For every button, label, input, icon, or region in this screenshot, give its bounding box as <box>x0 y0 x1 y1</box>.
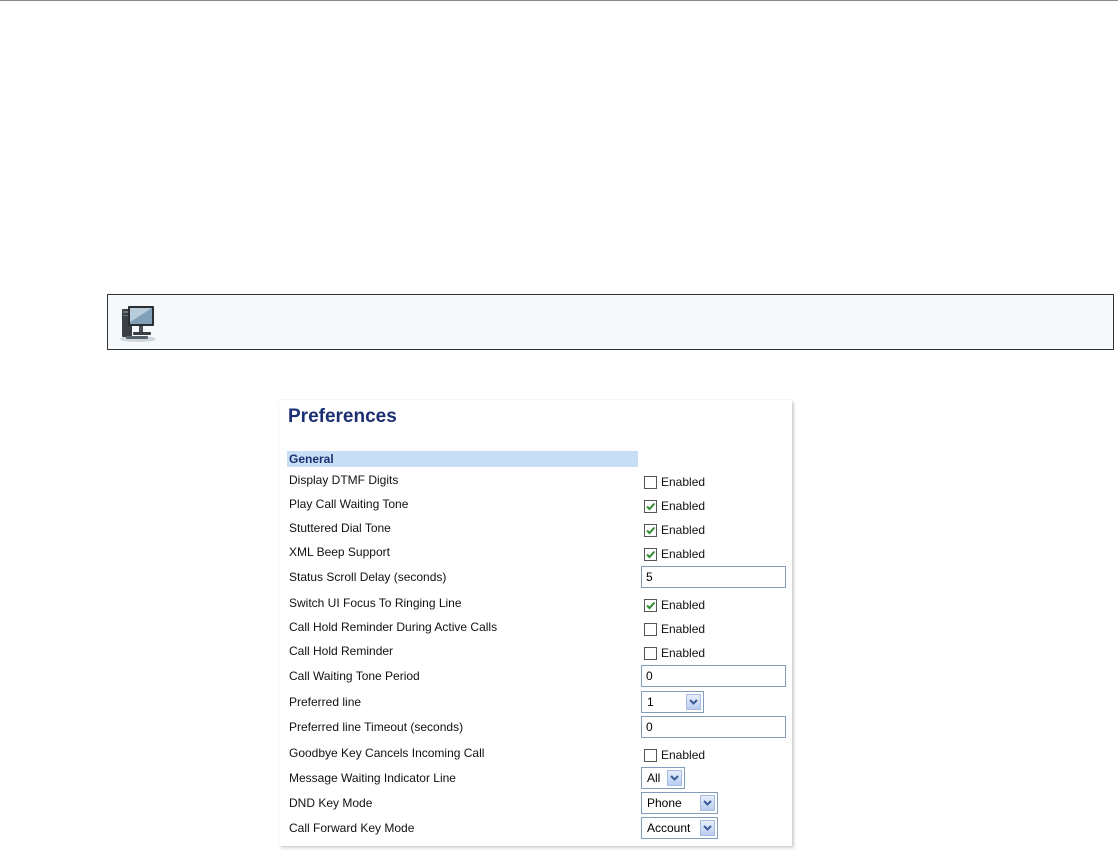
checkbox-label: Enabled <box>661 475 706 489</box>
switch-ui-focus-label: Switch UI Focus To Ringing Line <box>289 596 462 610</box>
goodbye-key-cancels-option[interactable]: Enabled <box>644 748 705 762</box>
preferred-line-timeout-label: Preferred line Timeout (seconds) <box>289 720 464 734</box>
call-forward-key-mode-select[interactable]: Account <box>641 817 718 839</box>
call-hold-reminder-label: Call Hold Reminder <box>289 644 394 658</box>
checkbox-label: Enabled <box>661 646 706 660</box>
preferred-line-timeout-input[interactable] <box>641 716 786 738</box>
checkbox-label: Enabled <box>661 598 706 612</box>
checkmark-icon <box>646 550 656 558</box>
stuttered-dial-tone-label: Stuttered Dial Tone <box>289 521 391 535</box>
chevron-down-icon[interactable] <box>667 770 682 786</box>
display-dtmf-digits-option[interactable]: Enabled <box>644 475 705 489</box>
web-ui-computer-icon <box>120 306 156 342</box>
checkbox-label: Enabled <box>661 499 706 513</box>
preferred-line-select[interactable]: 1 <box>641 691 704 713</box>
xml-beep-support-label: XML Beep Support <box>289 545 390 559</box>
checkbox-label: Enabled <box>661 748 706 762</box>
call-hold-reminder-checkbox[interactable] <box>644 646 657 660</box>
checkbox-label: Enabled <box>661 547 706 561</box>
status-scroll-delay-input[interactable] <box>641 566 786 588</box>
display-dtmf-digits-label: Display DTMF Digits <box>289 473 399 487</box>
preferred-line-label: Preferred line <box>289 695 362 709</box>
call-waiting-tone-period-label: Call Waiting Tone Period <box>289 669 420 683</box>
chevron-down-icon[interactable] <box>700 820 715 836</box>
xml-beep-support-checkbox[interactable] <box>644 547 657 561</box>
display-dtmf-digits-checkbox[interactable] <box>644 475 657 489</box>
select-value: Phone <box>647 796 682 810</box>
goodbye-key-cancels-checkbox[interactable] <box>644 748 657 762</box>
call-hold-reminder-option[interactable]: Enabled <box>644 646 705 660</box>
page-title: Preferences <box>288 406 397 427</box>
checkbox-label: Enabled <box>661 622 706 636</box>
chevron-down-icon[interactable] <box>686 694 701 710</box>
checkbox-label: Enabled <box>661 523 706 537</box>
page-top-rule <box>0 0 1118 1</box>
web-ui-note-banner <box>107 294 1114 350</box>
section-header-general: General <box>287 451 638 467</box>
xml-beep-support-option[interactable]: Enabled <box>644 547 705 561</box>
dnd-key-mode-select[interactable]: Phone <box>641 792 718 814</box>
select-value: 1 <box>647 695 654 709</box>
mwi-line-select[interactable]: All <box>641 767 685 789</box>
checkmark-icon <box>646 601 656 609</box>
call-forward-key-mode-label: Call Forward Key Mode <box>289 821 415 835</box>
call-hold-reminder-active-checkbox[interactable] <box>644 622 657 636</box>
status-scroll-delay-label: Status Scroll Delay (seconds) <box>289 570 447 584</box>
call-waiting-tone-period-input[interactable] <box>641 665 786 687</box>
stuttered-dial-tone-option[interactable]: Enabled <box>644 523 705 537</box>
mwi-line-label: Message Waiting Indicator Line <box>289 771 456 785</box>
switch-ui-focus-option[interactable]: Enabled <box>644 598 705 612</box>
play-call-waiting-tone-label: Play Call Waiting Tone <box>289 497 409 511</box>
checkmark-icon <box>646 502 656 510</box>
switch-ui-focus-checkbox[interactable] <box>644 598 657 612</box>
call-hold-reminder-active-option[interactable]: Enabled <box>644 622 705 636</box>
select-value: Account <box>647 821 691 835</box>
section-label: General <box>289 452 334 466</box>
goodbye-key-cancels-label: Goodbye Key Cancels Incoming Call <box>289 746 485 760</box>
stuttered-dial-tone-checkbox[interactable] <box>644 523 657 537</box>
dnd-key-mode-label: DND Key Mode <box>289 796 373 810</box>
select-value: All <box>647 771 661 785</box>
play-call-waiting-tone-checkbox[interactable] <box>644 499 657 513</box>
play-call-waiting-tone-option[interactable]: Enabled <box>644 499 705 513</box>
chevron-down-icon[interactable] <box>700 795 715 811</box>
checkmark-icon <box>646 526 656 534</box>
call-hold-reminder-active-label: Call Hold Reminder During Active Calls <box>289 620 498 634</box>
preferences-panel: Preferences General Display DTMF Digits … <box>279 400 792 846</box>
